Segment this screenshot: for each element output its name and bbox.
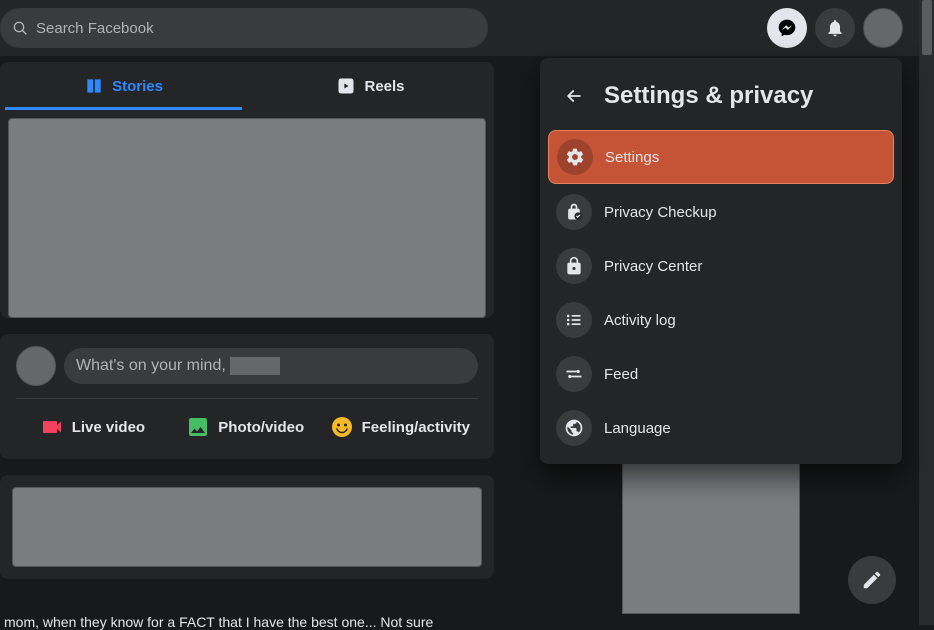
notifications-button[interactable]: [815, 8, 855, 48]
account-button[interactable]: [863, 8, 903, 48]
photo-icon: [186, 415, 210, 439]
composer-name-redacted: [230, 357, 280, 375]
composer-prompt: What's on your mind,: [76, 357, 226, 375]
bell-icon: [825, 18, 845, 38]
search-icon: [12, 20, 28, 36]
feeling-activity-button[interactable]: Feeling/activity: [322, 407, 478, 447]
live-video-label: Live video: [72, 419, 145, 436]
menu-item-activity-log[interactable]: Activity log: [548, 294, 894, 346]
feeling-activity-label: Feeling/activity: [362, 419, 470, 436]
stories-card: Stories Reels: [0, 62, 494, 318]
menu-icon-wrap: [556, 248, 592, 284]
menu-item-settings[interactable]: Settings: [548, 130, 894, 184]
tab-reels-label: Reels: [364, 78, 404, 95]
top-header: [0, 0, 919, 56]
sliders-icon: [564, 364, 584, 384]
menu-item-language[interactable]: Language: [548, 402, 894, 454]
menu-item-privacy-center[interactable]: Privacy Center: [548, 240, 894, 292]
menu-item-label: Language: [604, 420, 671, 437]
menu-item-privacy-checkup[interactable]: Privacy Checkup: [548, 186, 894, 238]
menu-item-label: Privacy Checkup: [604, 204, 717, 221]
menu-icon-wrap: [557, 139, 593, 175]
composer-top: What's on your mind,: [16, 346, 478, 399]
settings-privacy-panel: Settings & privacy Settings Privacy Chec…: [540, 58, 902, 464]
back-button[interactable]: [556, 78, 592, 114]
edit-icon: [861, 569, 883, 591]
video-icon: [40, 415, 64, 439]
menu-icon-wrap: [556, 356, 592, 392]
photo-video-button[interactable]: Photo/video: [169, 407, 322, 447]
menu-icon-wrap: [556, 410, 592, 446]
menu-item-label: Settings: [605, 149, 659, 166]
menu-title: Settings & privacy: [604, 82, 813, 110]
menu-item-feed[interactable]: Feed: [548, 348, 894, 400]
menu-header: Settings & privacy: [548, 66, 894, 130]
background-media-placeholder: [622, 438, 800, 614]
menu-item-label: Activity log: [604, 312, 676, 329]
stories-reels-tabs: Stories Reels: [0, 62, 494, 110]
messenger-button[interactable]: [767, 8, 807, 48]
back-arrow-icon: [564, 86, 584, 106]
menu-icon-wrap: [556, 302, 592, 338]
tab-stories-label: Stories: [112, 78, 163, 95]
lock-icon: [564, 256, 584, 276]
lock-check-icon: [564, 202, 584, 222]
post-image-placeholder[interactable]: [12, 487, 482, 567]
scrollbar-thumb[interactable]: [922, 0, 932, 55]
smiley-icon: [330, 415, 354, 439]
clipped-post-text: mom, when they know for a FACT that I ha…: [4, 614, 494, 630]
page-scrollbar[interactable]: [919, 0, 934, 625]
globe-icon: [564, 418, 584, 438]
photo-video-label: Photo/video: [218, 419, 304, 436]
live-video-button[interactable]: Live video: [16, 407, 169, 447]
list-icon: [564, 310, 584, 330]
compose-fab[interactable]: [848, 556, 896, 604]
composer-card: What's on your mind, Live video Photo/vi…: [0, 334, 494, 459]
gear-icon: [565, 147, 585, 167]
stories-area[interactable]: [8, 118, 486, 318]
header-actions: [767, 8, 903, 48]
composer-avatar[interactable]: [16, 346, 56, 386]
composer-actions: Live video Photo/video Feeling/activity: [16, 399, 478, 447]
tab-stories[interactable]: Stories: [0, 62, 247, 110]
search-input[interactable]: [36, 20, 476, 37]
menu-item-label: Feed: [604, 366, 638, 383]
search-container[interactable]: [0, 8, 488, 48]
post-card: [0, 475, 494, 579]
menu-icon-wrap: [556, 194, 592, 230]
reels-icon: [336, 76, 356, 96]
feed-column: Stories Reels What's on your mind, Live …: [0, 62, 494, 595]
menu-item-label: Privacy Center: [604, 258, 702, 275]
stories-icon: [84, 76, 104, 96]
tab-reels[interactable]: Reels: [247, 62, 494, 110]
composer-input[interactable]: What's on your mind,: [64, 348, 478, 384]
messenger-icon: [777, 18, 797, 38]
